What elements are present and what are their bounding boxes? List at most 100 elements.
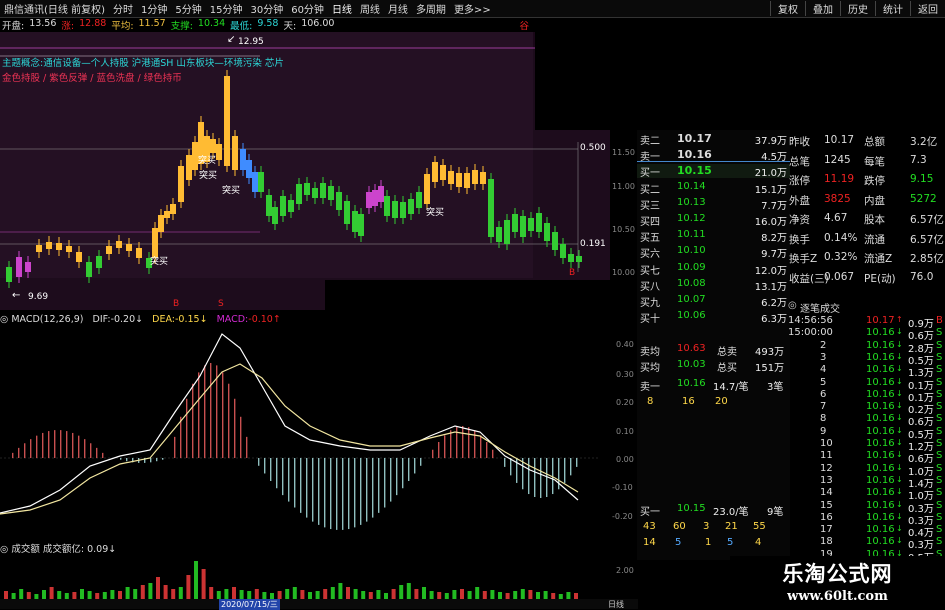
volume-bar	[178, 587, 183, 599]
down-arrow-icon: ↓	[896, 487, 903, 497]
period-tab[interactable]: 多周期	[412, 1, 450, 16]
support-label: 支撑:	[170, 21, 193, 32]
macd-bar	[288, 458, 290, 502]
period-tab[interactable]: 30分钟	[246, 1, 287, 16]
toolbar-button[interactable]: 统计	[875, 1, 910, 16]
period-tab[interactable]: 60分钟	[287, 1, 328, 16]
buy-queue-item: 5	[675, 537, 682, 548]
order-volume: 6.3万	[761, 314, 787, 326]
candle	[480, 172, 486, 184]
order-book-row[interactable]: 卖二 10.17 37.9万	[637, 132, 790, 147]
toolbar-button[interactable]: 叠加	[805, 1, 840, 16]
candle	[416, 192, 422, 208]
buy1-row: 买一 10.15 23.0/笔 9笔	[637, 503, 790, 518]
macd-chart[interactable]	[0, 328, 610, 538]
toolbar-button[interactable]: 返回	[910, 1, 945, 16]
order-book-row[interactable]: 卖一 10.16 4.5万	[637, 148, 790, 163]
toolbar-button[interactable]: 复权	[770, 1, 805, 16]
down-arrow-icon: ↓	[896, 511, 903, 521]
period-tab[interactable]: 分时	[109, 1, 137, 16]
candle	[552, 232, 558, 250]
trade-time: 15	[820, 499, 833, 511]
order-book-row[interactable]: 买三 10.13 7.7万	[637, 197, 790, 212]
macd-bar	[54, 430, 56, 458]
stat-value: 0.067	[824, 270, 855, 283]
period-tab[interactable]: 月线	[384, 1, 412, 16]
volume-bar	[566, 592, 571, 599]
period-tab[interactable]: 更多>>	[450, 1, 495, 16]
order-book-row[interactable]: 买九 10.07 6.2万	[637, 294, 790, 309]
volume-bar	[224, 589, 229, 599]
buy-signal-5: 突买	[150, 257, 169, 267]
trade-row: 15 10.16 ↓ 0.3万 S	[786, 499, 945, 515]
candle	[25, 262, 31, 272]
trade-side-marker: S	[936, 450, 943, 462]
order-level-label: 买八	[640, 281, 660, 293]
macd-bar	[366, 458, 368, 522]
period-tab[interactable]: 日线	[328, 1, 356, 16]
volume-bar	[452, 590, 457, 599]
volume-bar	[216, 591, 221, 599]
support-value: 10.34	[197, 18, 226, 29]
volume-bar	[323, 589, 328, 599]
trade-time: 5	[820, 376, 827, 388]
order-price: 10.10	[677, 245, 706, 257]
macd-bar	[348, 458, 350, 530]
brand-watermark: 乐淘公式网 www.60lt.com	[730, 556, 945, 609]
order-book-row[interactable]: 买一 10.15 21.0万	[637, 164, 790, 179]
down-arrow-icon: ↓	[896, 499, 903, 509]
trade-price: 10.16	[866, 376, 895, 388]
order-price: 10.09	[677, 261, 706, 273]
buy-queue-item: 55	[753, 521, 766, 532]
stat-label: 换手Z	[789, 253, 818, 265]
candle	[246, 160, 252, 178]
macd-bar	[228, 383, 230, 458]
stat-label: 内盘	[864, 194, 885, 207]
order-level-label: 买九	[640, 298, 660, 309]
volume-bar	[194, 561, 198, 599]
period-tab[interactable]: 15分钟	[206, 1, 247, 16]
toolbar-button[interactable]: 历史	[840, 1, 875, 16]
macd-bar	[270, 458, 272, 481]
order-book-row[interactable]: 买五 10.11 8.2万	[637, 229, 790, 244]
macd-settings-icon[interactable]: ◎	[0, 314, 8, 325]
candle	[116, 241, 122, 248]
period-tab[interactable]: 1分钟	[137, 1, 171, 16]
period-tab[interactable]: 周线	[356, 1, 384, 16]
macd-bar	[438, 442, 440, 458]
candle	[464, 173, 470, 188]
macd-bar	[480, 435, 482, 458]
trade-side-marker: S	[936, 536, 943, 548]
stat-row: 换手Z 0.32% 流通Z 2.85亿	[786, 251, 945, 265]
trade-side-marker: S	[936, 487, 943, 499]
trade-price: 10.16	[866, 327, 895, 339]
order-book-row[interactable]: 买八 10.08 13.1万	[637, 278, 790, 293]
order-book-row[interactable]: 买十 10.06 6.3万	[637, 310, 790, 326]
volume-chart[interactable]	[0, 553, 610, 599]
volume-bar	[498, 592, 502, 599]
low-marker-icon: ←	[12, 290, 21, 301]
volume-bar	[315, 591, 320, 599]
trade-price: 10.16	[866, 499, 895, 511]
macd-bar	[78, 435, 80, 458]
dea-label: DEA:	[152, 314, 175, 325]
timeframe-tag[interactable]: 日线	[608, 599, 624, 610]
trade-row: 11 10.16 ↓ 0.6万 S	[786, 450, 945, 465]
order-book-row[interactable]: 买二 10.14 15.1万	[637, 181, 790, 196]
macd-bar	[444, 435, 446, 458]
trade-side-marker: S	[936, 364, 943, 376]
order-level-label: 买四	[640, 217, 660, 228]
macd-bar	[66, 431, 68, 458]
candle	[392, 201, 398, 218]
order-volume: 16.0万	[754, 217, 787, 228]
macd-bar	[12, 452, 14, 458]
order-book-row[interactable]: 买六 10.10 9.7万	[637, 245, 790, 260]
trade-price: 10.16	[866, 425, 895, 437]
period-tab[interactable]: 5分钟	[171, 1, 205, 16]
macd-bar	[300, 458, 302, 513]
order-book-row[interactable]: 买四 10.12 16.0万	[637, 213, 790, 228]
candle	[66, 246, 72, 252]
trade-row: 15:00:00 10.16 ↓ 0.6万 S	[786, 327, 945, 342]
order-price: 10.17	[677, 132, 712, 145]
order-book-row[interactable]: 买七 10.09 12.0万	[637, 261, 790, 277]
